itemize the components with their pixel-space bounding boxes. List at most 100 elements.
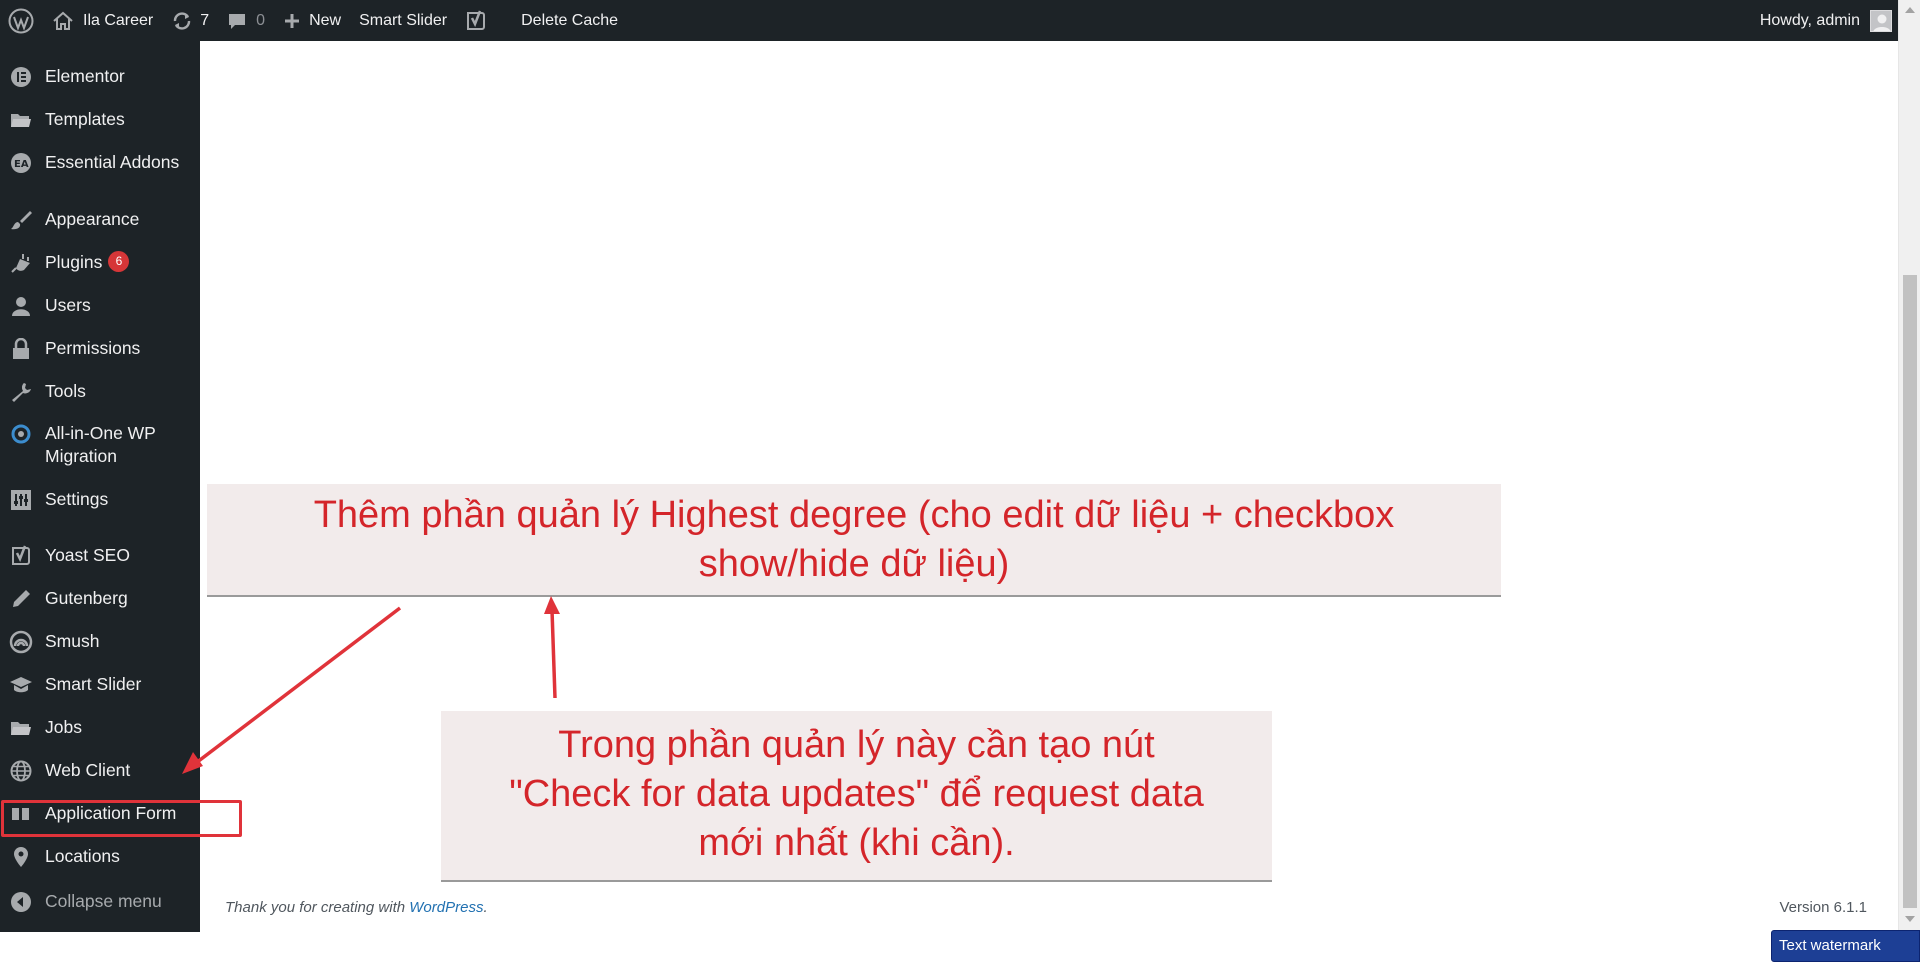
sidebar-item-elementor[interactable]: Elementor xyxy=(0,65,200,89)
annotation-note-line: Trong phần quản lý này cần tạo nút xyxy=(558,724,1155,766)
updates-count: 7 xyxy=(200,11,210,29)
updates-link[interactable]: 7 xyxy=(162,0,218,41)
yoast-icon xyxy=(467,10,486,30)
sidebar-item-label: Permissions xyxy=(45,338,141,358)
site-name: Ila Career xyxy=(83,11,154,29)
sidebar-item-label: Settings xyxy=(45,489,109,509)
globe-icon xyxy=(9,759,33,783)
sidebar-item-label: Gutenberg xyxy=(45,588,128,608)
sidebar-item-label: Application Form xyxy=(45,803,177,823)
comments-count: 0 xyxy=(256,11,266,29)
sidebar-item-plugins[interactable]: Plugins 6 xyxy=(0,251,200,275)
scroll-down-icon[interactable] xyxy=(1905,916,1915,922)
text-watermark-button[interactable]: Text watermark xyxy=(1771,930,1920,962)
annotation-note-check-updates: Trong phần quản lý này cần tạo nút "Chec… xyxy=(441,711,1272,882)
new-label: New xyxy=(309,11,342,29)
pencil-icon xyxy=(9,587,33,611)
collapse-arrow-icon xyxy=(9,890,33,914)
plugins-update-badge: 6 xyxy=(108,251,130,272)
sidebar-item-gutenberg[interactable]: Gutenberg xyxy=(0,587,200,611)
svg-text:EA: EA xyxy=(14,159,29,170)
howdy-label: Howdy, admin xyxy=(1759,11,1860,29)
sidebar-item-label: All-in-One WP xyxy=(45,423,156,443)
sidebar-item-essential-addons[interactable]: EA Essential Addons xyxy=(0,151,200,175)
annotation-note-line: mới nhất (khi cần). xyxy=(698,822,1015,864)
smart-slider-link[interactable]: Smart Slider xyxy=(350,0,456,41)
sidebar-item-smart-slider[interactable]: Smart Slider xyxy=(0,673,200,697)
sidebar-item-locations[interactable]: Locations xyxy=(0,845,200,869)
collapse-menu-label: Collapse menu xyxy=(45,891,162,911)
my-account[interactable]: Howdy, admin xyxy=(1760,0,1892,41)
admin-sidebar-menu: Elementor Templates EA Essential Addons … xyxy=(0,41,200,932)
sidebar-item-users[interactable]: Users xyxy=(0,294,200,318)
sidebar-item-jobs[interactable]: Jobs xyxy=(0,716,200,740)
annotation-note-line: show/hide dữ liệu) xyxy=(698,543,1010,585)
sidebar-item-yoast-seo[interactable]: Yoast SEO xyxy=(0,544,200,568)
arrow-to-note1 xyxy=(544,596,560,699)
folder-icon xyxy=(9,108,33,132)
sidebar-item-appearance[interactable]: Appearance xyxy=(0,208,200,232)
smush-icon xyxy=(9,630,33,654)
delete-cache-link[interactable]: Delete Cache xyxy=(512,0,627,41)
yoast-icon xyxy=(9,544,33,568)
wp-admin-screen: Ila Career 7 0 New Smart Slider Delete C… xyxy=(0,0,1920,962)
paintbrush-icon xyxy=(9,208,33,232)
sidebar-item-label: Web Client xyxy=(45,760,131,780)
new-content-link[interactable]: New xyxy=(274,0,350,41)
sidebar-item-label: Smush xyxy=(45,631,100,651)
sidebar-item-label: Elementor xyxy=(45,66,125,86)
sidebar-item-all-in-one-wp-migration[interactable]: All-in-One WP Migration xyxy=(0,422,200,468)
smart-slider-label: Smart Slider xyxy=(359,11,448,29)
wordpress-link[interactable]: WordPress xyxy=(409,899,483,916)
user-icon xyxy=(9,294,33,318)
elementor-icon xyxy=(9,65,33,89)
columns-icon xyxy=(9,802,33,826)
sidebar-item-label: Appearance xyxy=(45,209,140,229)
settings-icon xyxy=(9,488,33,512)
footer-version: Version 6.1.1 xyxy=(1779,899,1867,916)
sidebar-item-label: Jobs xyxy=(45,717,82,737)
sidebar-item-web-client[interactable]: Web Client xyxy=(0,759,200,783)
lock-icon xyxy=(9,337,33,361)
arrow-to-application-form xyxy=(182,606,402,774)
avatar xyxy=(1870,9,1892,32)
sidebar-item-smush[interactable]: Smush xyxy=(0,630,200,654)
location-pin-icon xyxy=(9,845,33,869)
sidebar-item-label: Tools xyxy=(45,381,86,401)
sidebar-item-label: Plugins xyxy=(45,252,103,272)
annotation-note-line: Thêm phần quản lý Highest degree (cho ed… xyxy=(313,494,1395,536)
folder-open-icon xyxy=(9,716,33,740)
footer-period: . xyxy=(483,899,488,916)
graduation-cap-icon xyxy=(9,673,33,697)
sidebar-item-label-line2: Migration xyxy=(45,446,117,466)
yoast-link[interactable] xyxy=(456,0,496,41)
sidebar-item-application-form[interactable]: Application Form xyxy=(0,802,200,826)
sidebar-item-label: Yoast SEO xyxy=(45,545,130,565)
sidebar-item-tools[interactable]: Tools xyxy=(0,380,200,404)
scroll-thumb[interactable] xyxy=(1903,275,1917,908)
sidebar-item-settings[interactable]: Settings xyxy=(0,488,200,512)
annotation-note-highest-degree: Thêm phần quản lý Highest degree (cho ed… xyxy=(207,484,1501,597)
essential-addons-icon: EA xyxy=(9,151,33,175)
plug-icon xyxy=(9,251,33,275)
comments-link[interactable]: 0 xyxy=(218,0,274,41)
wordpress-logo-icon[interactable] xyxy=(0,0,43,41)
sidebar-item-label: Smart Slider xyxy=(45,674,142,694)
migration-icon xyxy=(9,422,33,446)
wrench-icon xyxy=(9,380,33,404)
footer-thanks: Thank you for creating with WordPress. xyxy=(225,899,488,916)
sidebar-item-label: Essential Addons xyxy=(45,152,180,172)
admin-bar: Ila Career 7 0 New Smart Slider Delete C… xyxy=(0,0,1900,41)
scroll-up-icon[interactable] xyxy=(1905,7,1915,13)
sidebar-item-permissions[interactable]: Permissions xyxy=(0,337,200,361)
delete-cache-label: Delete Cache xyxy=(521,11,619,29)
sidebar-item-templates[interactable]: Templates xyxy=(0,108,200,132)
collapse-menu-button[interactable]: Collapse menu xyxy=(0,890,200,914)
page-scrollbar[interactable] xyxy=(1898,0,1920,932)
plus-icon xyxy=(285,13,300,28)
annotation-note-line: "Check for data updates" để request data xyxy=(509,773,1204,815)
site-name-link[interactable]: Ila Career xyxy=(43,0,162,41)
refresh-icon xyxy=(174,11,191,30)
footer-thanks-text: Thank you for creating with xyxy=(225,899,410,916)
sidebar-item-label: Templates xyxy=(45,109,125,129)
